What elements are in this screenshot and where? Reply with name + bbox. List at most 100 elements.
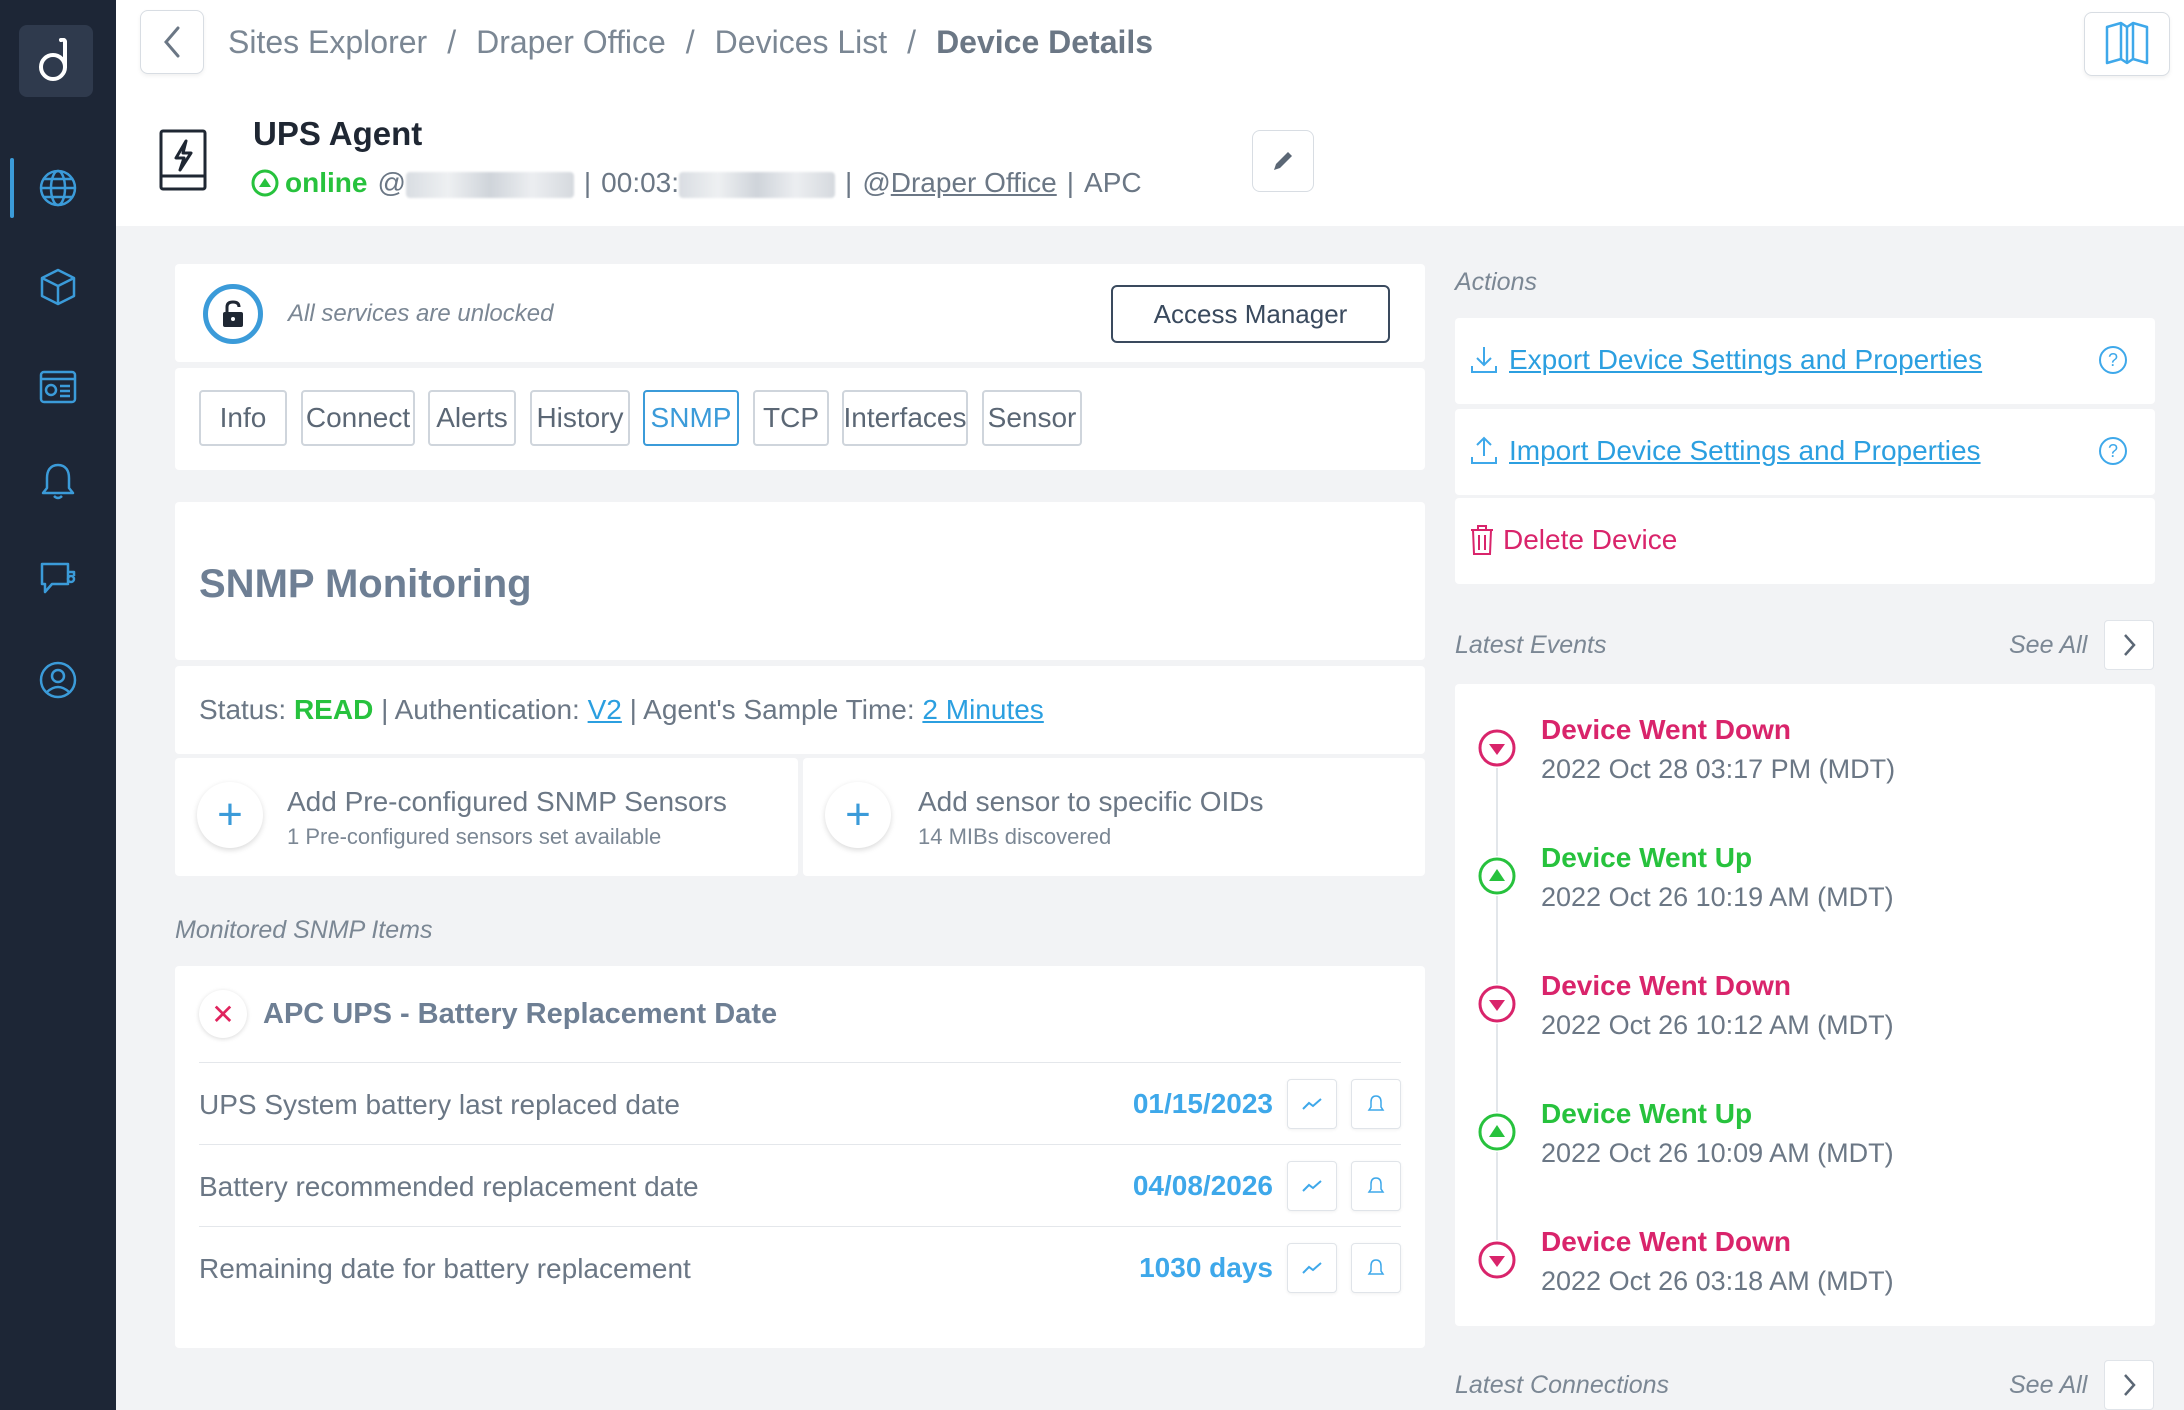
event-title: Device Went Down — [1541, 1226, 1791, 1257]
lock-status-text: All services are unlocked — [288, 300, 554, 327]
breadcrumb-sites-explorer[interactable]: Sites Explorer — [228, 24, 427, 61]
event-title: Device Went Up — [1541, 1098, 1753, 1129]
nav-sites[interactable] — [0, 153, 116, 223]
snmp-status-line: Status: READ | Authentication: V2 | Agen… — [199, 694, 1044, 726]
event-time: 2022 Oct 26 03:18 AM (MDT) — [1541, 1266, 1894, 1296]
nav-devices[interactable] — [0, 252, 116, 322]
docs-button[interactable] — [2084, 12, 2170, 76]
add-oid-sensor[interactable]: + Add sensor to specific OIDs 14 MIBs di… — [803, 758, 1425, 876]
export-link[interactable]: Export Device Settings and Properties — [1509, 344, 1982, 376]
chevron-left-icon — [164, 26, 180, 58]
event-down-icon — [1477, 1240, 1517, 1280]
connections-see-all[interactable]: See All — [2009, 1371, 2087, 1400]
list-item[interactable]: Device Went Down 2022 Oct 28 03:17 PM (M… — [1455, 684, 2155, 804]
event-time: 2022 Oct 26 10:19 AM (MDT) — [1541, 882, 1894, 912]
breadcrumb: Sites Explorer / Draper Office / Devices… — [228, 24, 1153, 61]
tab-info[interactable]: Info — [199, 390, 287, 446]
tab-alerts[interactable]: Alerts — [428, 390, 516, 446]
export-action[interactable]: Export Device Settings and Properties ? — [1455, 318, 2155, 404]
chat-icon — [40, 562, 76, 594]
nav-dashboard[interactable] — [0, 352, 116, 422]
nav-support[interactable] — [0, 645, 116, 715]
row-label: Remaining date for battery replacement — [199, 1253, 691, 1284]
chart-button[interactable] — [1287, 1243, 1337, 1293]
device-tabs: Info Connect Alerts History SNMP TCP Int… — [175, 368, 1425, 470]
access-manager-button[interactable]: Access Manager — [1111, 285, 1390, 343]
nav-messages[interactable] — [0, 545, 116, 615]
chevron-right-icon — [2124, 1374, 2136, 1396]
services-lock-card: All services are unlocked Access Manager — [175, 264, 1425, 362]
sample-label: | Agent's Sample Time: — [629, 694, 915, 725]
tab-tcp[interactable]: TCP — [753, 390, 829, 446]
pencil-icon — [1274, 152, 1292, 170]
download-icon — [1471, 347, 1497, 373]
site-link[interactable]: Draper Office — [891, 167, 1057, 198]
preconfigured-subtitle: 1 Pre-configured sensors set available — [287, 824, 662, 849]
tab-history[interactable]: History — [530, 390, 630, 446]
event-title: Device Went Up — [1541, 842, 1753, 873]
list-item[interactable]: Device Went Down 2022 Oct 26 03:18 AM (M… — [1455, 1196, 2155, 1316]
connections-see-all-button[interactable] — [2104, 1360, 2154, 1410]
table-row: Battery recommended replacement date 04/… — [199, 1144, 1401, 1226]
dashboard-icon — [39, 370, 77, 404]
chart-button[interactable] — [1287, 1161, 1337, 1211]
alert-button[interactable] — [1351, 1079, 1401, 1129]
alert-button[interactable] — [1351, 1161, 1401, 1211]
tab-sensor[interactable]: Sensor — [982, 390, 1082, 446]
book-icon — [2105, 21, 2149, 65]
row-value: 01/15/2023 — [1132, 1088, 1273, 1119]
remove-icon[interactable]: ✕ — [199, 990, 247, 1038]
list-item[interactable]: Device Went Up 2022 Oct 26 10:09 AM (MDT… — [1455, 1068, 2155, 1188]
bell-icon — [1367, 1095, 1385, 1111]
breadcrumb-devices-list[interactable]: Devices List — [715, 24, 888, 61]
tab-interfaces[interactable]: Interfaces — [842, 390, 968, 446]
sample-time-link[interactable]: 2 Minutes — [922, 694, 1043, 725]
preconfigured-title: Add Pre-configured SNMP Sensors — [287, 786, 727, 817]
add-preconfigured-sensors[interactable]: + Add Pre-configured SNMP Sensors 1 Pre-… — [175, 758, 798, 876]
breadcrumb-draper-office[interactable]: Draper Office — [476, 24, 666, 61]
event-time: 2022 Oct 26 10:09 AM (MDT) — [1541, 1138, 1894, 1168]
list-item[interactable]: Device Went Up 2022 Oct 26 10:19 AM (MDT… — [1455, 812, 2155, 932]
status-text: online — [285, 167, 368, 198]
cube-icon — [40, 268, 76, 306]
row-label: UPS System battery last replaced date — [199, 1089, 680, 1120]
events-see-all[interactable]: See All — [2009, 631, 2087, 660]
app-logo[interactable] — [19, 25, 93, 97]
import-action[interactable]: Import Device Settings and Properties ? — [1455, 409, 2155, 495]
breadcrumb-current: Device Details — [936, 24, 1154, 60]
row-label: Battery recommended replacement date — [199, 1171, 699, 1202]
oids-subtitle: 14 MIBs discovered — [918, 824, 1112, 849]
delete-device-text: Delete Device — [1503, 524, 1678, 555]
monitored-label: Monitored SNMP Items — [175, 916, 433, 944]
events-see-all-button[interactable] — [2104, 620, 2154, 670]
device-name: UPS Agent — [253, 115, 423, 152]
list-item[interactable]: Device Went Down 2022 Oct 26 10:12 AM (M… — [1455, 940, 2155, 1060]
help-icon[interactable]: ? — [2099, 346, 2127, 374]
plus-icon: + — [197, 782, 263, 848]
edit-device-button[interactable] — [1252, 130, 1314, 192]
auth-link[interactable]: V2 — [588, 694, 622, 725]
oids-title: Add sensor to specific OIDs — [918, 786, 1264, 817]
site-link-wrap: @Draper Office — [862, 167, 1057, 198]
status-badge: online — [251, 167, 367, 199]
back-button[interactable] — [140, 10, 204, 74]
page-header: Sites Explorer / Draper Office / Devices… — [116, 0, 2184, 226]
monitored-items-card: ✕ APC UPS - Battery Replacement Date UPS… — [175, 966, 1425, 1348]
plus-icon: + — [825, 782, 891, 848]
tab-snmp[interactable]: SNMP — [643, 390, 739, 446]
delete-action[interactable]: Delete Device — [1455, 498, 2155, 584]
nav-alerts[interactable] — [0, 446, 116, 516]
event-up-icon — [1477, 856, 1517, 896]
bell-icon — [1367, 1177, 1385, 1193]
unlock-icon — [203, 284, 263, 344]
device-vendor: APC — [1084, 167, 1142, 198]
support-icon — [39, 661, 77, 699]
auth-label: | Authentication: — [381, 694, 580, 725]
help-icon[interactable]: ? — [2099, 437, 2127, 465]
import-link[interactable]: Import Device Settings and Properties — [1509, 435, 1981, 467]
alert-button[interactable] — [1351, 1243, 1401, 1293]
breadcrumb-separator: / — [907, 24, 917, 60]
snmp-title-card: SNMP Monitoring — [175, 502, 1425, 660]
tab-connect[interactable]: Connect — [301, 390, 415, 446]
chart-button[interactable] — [1287, 1079, 1337, 1129]
